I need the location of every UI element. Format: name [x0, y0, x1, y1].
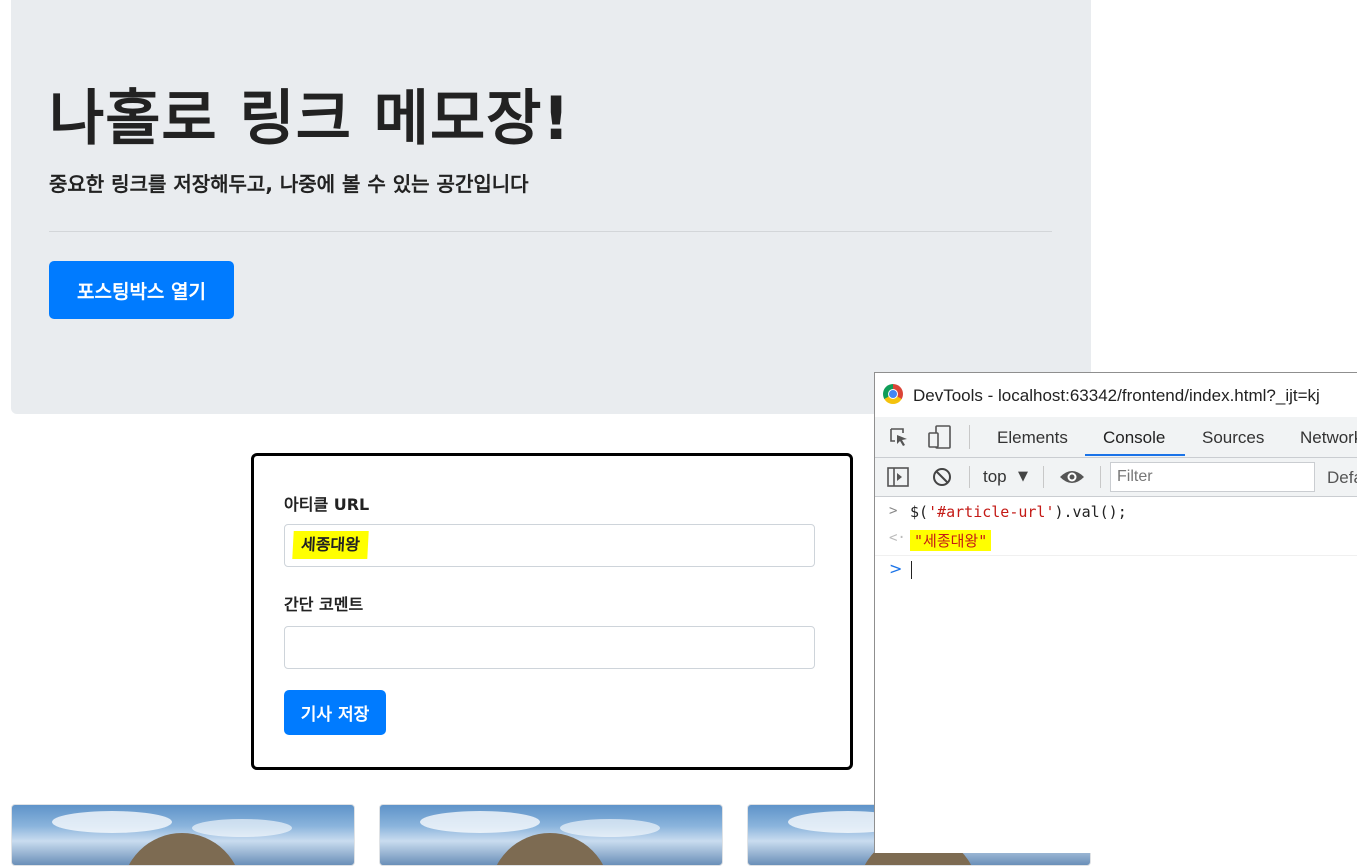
article-url-input[interactable]: 세종대왕 [284, 524, 815, 567]
card-image [52, 811, 172, 833]
active-tab-indicator [1085, 454, 1185, 456]
card-image [420, 811, 540, 833]
console-filter-input[interactable]: Filter [1110, 462, 1315, 492]
article-url-value: 세종대왕 [292, 531, 369, 559]
divider [49, 231, 1052, 232]
devtools-window-title: DevTools - localhost:63342/frontend/inde… [913, 386, 1320, 405]
page-lead: 중요한 링크를 저장해두고, 나중에 볼 수 있는 공간입니다 [49, 172, 529, 196]
clear-console-icon[interactable] [932, 467, 952, 487]
article-card[interactable] [11, 804, 355, 866]
tab-network[interactable]: Network [1300, 428, 1357, 448]
console-sidebar-icon[interactable] [887, 467, 909, 487]
context-selector[interactable]: top [983, 467, 1007, 487]
card-image-building [122, 833, 242, 865]
console-result-value: "세종대왕" [910, 530, 992, 551]
devtools-titlebar[interactable]: DevTools - localhost:63342/frontend/inde… [875, 373, 1357, 418]
console-input-code: $('#article-url').val(); [910, 503, 1127, 521]
url-label: 아티클 URL [284, 495, 370, 514]
card-image-cloud [560, 819, 660, 837]
prompt-chevron-icon: > [889, 559, 903, 578]
input-chevron-icon: > [889, 503, 898, 519]
toolbar-separator [969, 466, 970, 488]
card-image-building [490, 833, 610, 865]
dropdown-arrow-icon[interactable]: ▼ [1018, 469, 1028, 484]
console-line-separator [875, 555, 1357, 556]
page-title: 나홀로 링크 메모장! [49, 84, 571, 154]
tab-elements[interactable]: Elements [997, 428, 1068, 448]
chrome-icon [883, 384, 903, 404]
code-prefix: $( [910, 503, 929, 521]
save-article-button[interactable]: 기사 저장 [284, 690, 386, 735]
tab-console[interactable]: Console [1103, 428, 1165, 448]
device-toolbar-icon[interactable] [927, 425, 953, 449]
posting-box: 아티클 URL 세종대왕 간단 코멘트 기사 저장 [251, 453, 853, 770]
console-toolbar: top ▼ Filter Default levels [875, 458, 1357, 497]
tab-separator [969, 425, 970, 449]
comment-label: 간단 코멘트 [284, 595, 364, 614]
log-levels-dropdown[interactable]: Default levels [1327, 468, 1357, 488]
console-output[interactable]: > $('#article-url').val(); <· "세종대왕" > [875, 497, 1357, 853]
open-posting-box-button[interactable]: 포스팅박스 열기 [49, 261, 234, 319]
toolbar-separator [1100, 466, 1101, 488]
devtools-window: DevTools - localhost:63342/frontend/inde… [874, 372, 1357, 853]
result-arrow-icon: <· [889, 530, 906, 546]
jumbotron: 나홀로 링크 메모장! 중요한 링크를 저장해두고, 나중에 볼 수 있는 공간… [11, 0, 1091, 414]
toolbar-separator [1043, 466, 1044, 488]
live-expression-eye-icon[interactable] [1059, 468, 1085, 486]
devtools-tabbar: Elements Console Sources Network [875, 417, 1357, 458]
tab-sources[interactable]: Sources [1202, 428, 1264, 448]
code-string: '#article-url' [928, 503, 1055, 521]
card-image-cloud [192, 819, 292, 837]
console-prompt-caret[interactable] [911, 561, 912, 579]
inspect-element-icon[interactable] [889, 427, 909, 447]
article-card[interactable] [379, 804, 723, 866]
code-suffix: ).val(); [1054, 503, 1127, 521]
comment-input[interactable] [284, 626, 815, 669]
